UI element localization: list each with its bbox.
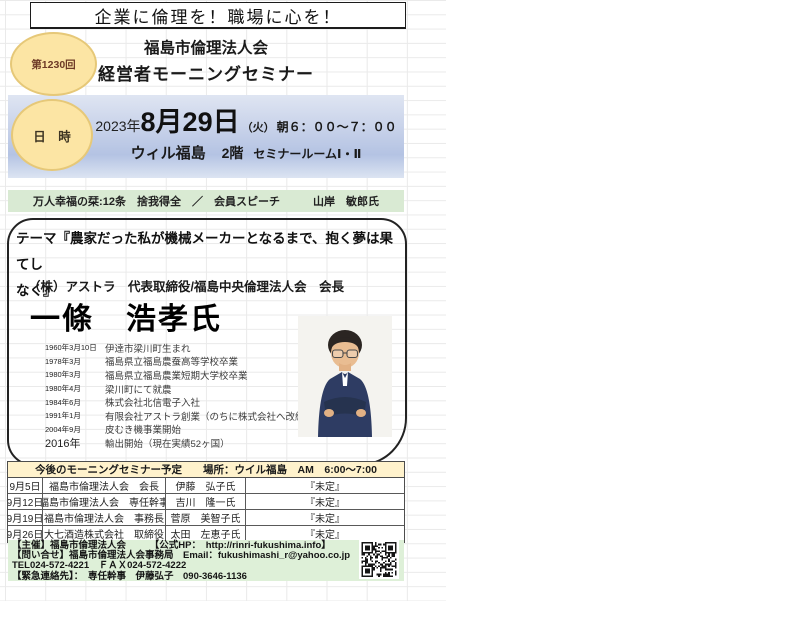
bio-date: 1980年3月 — [45, 369, 105, 380]
schedule-date: 9月19日 — [8, 510, 43, 525]
bio-text: 有限会社アストラ創業（のちに株式会社へ改組） — [105, 409, 314, 423]
bio-text: 福島県立福島農蚕高等学校卒業 — [105, 354, 238, 368]
schedule-topic: 『未定』 — [246, 494, 404, 509]
schedule-speaker: 伊藤 弘子氏 — [166, 478, 246, 493]
bio-row: 1980年4月梁川町にて就農 — [45, 382, 314, 396]
bio-row: 1991年1月有限会社アストラ創業（のちに株式会社へ改組） — [45, 409, 314, 423]
bio-date: 1960年3月10日 — [45, 342, 105, 353]
bio-text: 伊達市梁川町生まれ — [105, 341, 191, 355]
flyer-page: 企業に倫理を！職場に心を！ 第1230回 福島市倫理法人会 経営者モーニングセミ… — [0, 0, 800, 629]
speaker-bio-list: 1960年3月10日伊達市梁川町生まれ 1978年3月福島県立福島農蚕高等学校卒… — [45, 341, 314, 450]
qr-code-icon — [359, 540, 399, 579]
datetime-badge-label: 日 時 — [33, 126, 71, 145]
bio-text: 輸出開始（現在実績52ヶ国） — [105, 436, 230, 450]
footer-contact-block: 【主催】福島市倫理法人会 【公式HP： http://rinri-fukushi… — [8, 540, 404, 581]
date-weekday: （火） — [242, 122, 275, 134]
table-row: 9月19日 福島市倫理法人会 事務長 菅原 美智子氏 『未定』 — [8, 510, 404, 526]
schedule-date: 9月26日 — [8, 526, 43, 541]
schedule-topic: 『未定』 — [246, 478, 404, 493]
venue-name: ウィル福島 — [131, 145, 206, 162]
date-line: 2023年8月29日（火）朝６：００～７：００ — [90, 100, 402, 139]
member-speech-bar: 万人幸福の栞:12条 捨我得全 ／ 会員スピーチ 山岸 敏郎氏 — [8, 190, 404, 212]
schedule-topic: 『未定』 — [246, 510, 404, 525]
venue-line: ウィル福島 2階セミナールームⅠ・Ⅱ — [90, 142, 402, 163]
schedule-date: 9月12日 — [8, 494, 43, 509]
date-year: 2023年 — [95, 118, 140, 134]
session-badge-label: 第1230回 — [31, 57, 75, 72]
bio-date: 2004年9月 — [45, 424, 105, 435]
date-time: 朝６：００～７：００ — [277, 120, 397, 134]
bio-date: 1984年6月 — [45, 397, 105, 408]
bio-row: 1978年3月福島県立福島農蚕高等学校卒業 — [45, 355, 314, 369]
schedule-speaker: 吉川 隆一氏 — [166, 494, 246, 509]
schedule-role: 福島市倫理法人会 専任幹事 — [43, 494, 166, 509]
banner-title: 企業に倫理を！職場に心を！ — [30, 2, 406, 29]
upcoming-schedule-table: 今後のモーニングセミナー予定 場所：ウイル福島 AM 6:00～7:00 9月5… — [7, 461, 405, 543]
schedule-speaker: 菅原 美智子氏 — [166, 510, 246, 525]
schedule-date: 9月5日 — [8, 478, 43, 493]
datetime-badge: 日 時 — [11, 99, 93, 171]
bio-date: 1980年4月 — [45, 383, 105, 394]
table-row: 9月12日 福島市倫理法人会 専任幹事 吉川 隆一氏 『未定』 — [8, 494, 404, 510]
venue-room: セミナールームⅠ・Ⅱ — [253, 147, 361, 161]
schedule-role: 福島市倫理法人会 会長 — [43, 478, 166, 493]
schedule-role: 福島市倫理法人会 事務長 — [43, 510, 166, 525]
footer-emergency: 【緊急連絡先】： 専任幹事 伊藤弘子 090-3646-1136 — [12, 572, 404, 582]
date-day: 8月29日 — [141, 107, 240, 137]
schedule-speaker: 太田 左恵子氏 — [166, 526, 246, 541]
bio-text: 福島県立福島農業短期大学校卒業 — [105, 368, 248, 382]
bio-row: 1960年3月10日伊達市梁川町生まれ — [45, 341, 314, 355]
schedule-topic: 『未定』 — [246, 526, 404, 541]
bio-text: 株式会社北信電子入社 — [105, 395, 200, 409]
schedule-header: 今後のモーニングセミナー予定 場所：ウイル福島 AM 6:00～7:00 — [8, 462, 404, 478]
bio-date: 1991年1月 — [45, 410, 105, 421]
bio-row: 1984年6月株式会社北信電子入社 — [45, 395, 314, 409]
bio-row: 2016年輸出開始（現在実績52ヶ国） — [45, 436, 314, 450]
session-badge: 第1230回 — [10, 32, 97, 96]
bio-date: 1978年3月 — [45, 356, 105, 367]
bio-text: 皮むき機事業開始 — [105, 422, 181, 436]
theme-line-1: テーマ『農家だった私が機械メーカーとなるまで、抱く夢は果てし — [16, 226, 400, 278]
table-row: 9月5日 福島市倫理法人会 会長 伊藤 弘子氏 『未定』 — [8, 478, 404, 494]
speaker-name: 一條 浩孝氏 — [30, 294, 222, 338]
speaker-affiliation: （株）アストラ 代表取締役/福島中央倫理法人会 会長 — [28, 276, 398, 295]
bio-date: 2016年 — [45, 435, 105, 451]
bio-row: 1980年3月福島県立福島農業短期大学校卒業 — [45, 368, 314, 382]
schedule-role: 大七酒造株式会社 取締役 — [43, 526, 166, 541]
bio-text: 梁川町にて就農 — [105, 382, 172, 396]
venue-floor: 2階 — [222, 145, 244, 161]
speaker-photo — [298, 316, 392, 437]
